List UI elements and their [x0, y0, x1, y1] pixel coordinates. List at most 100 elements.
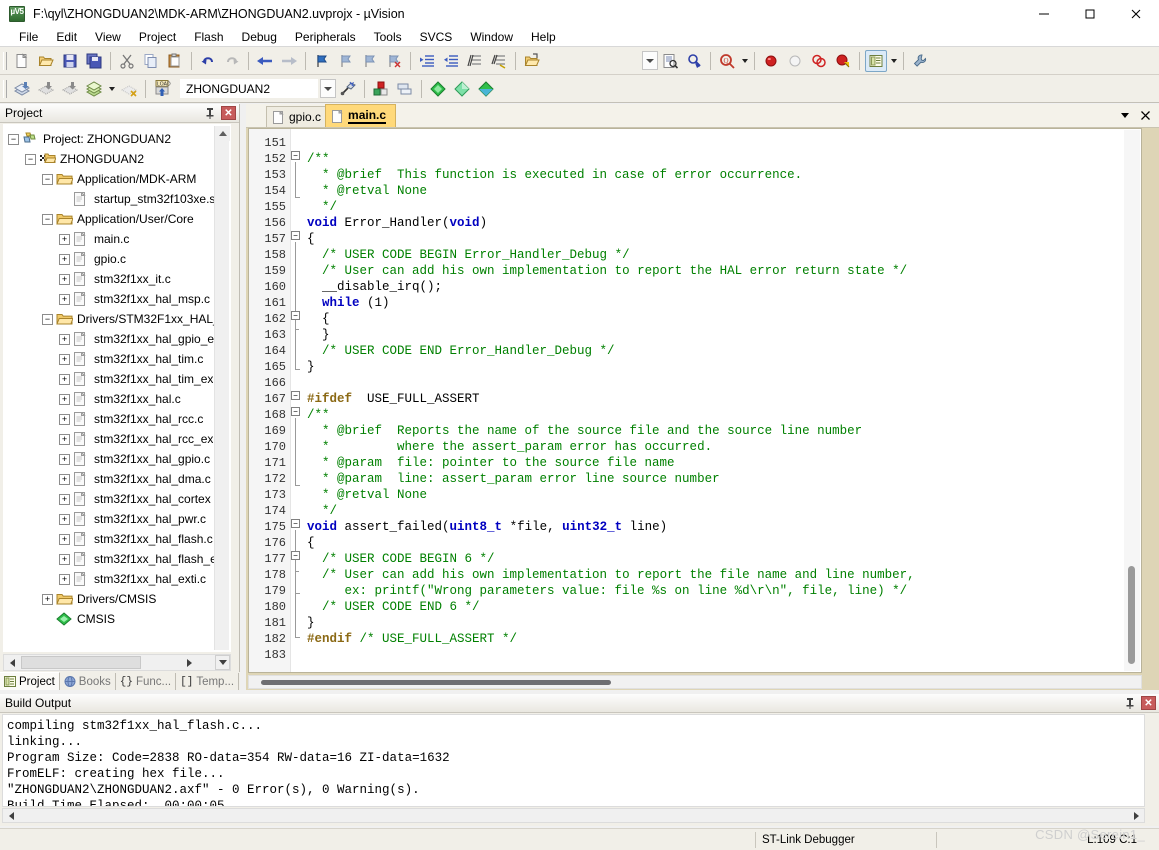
fold-toggle-167[interactable]: −	[291, 391, 300, 400]
tree-item[interactable]: CMSIS	[4, 609, 230, 629]
code-line[interactable]: * @param file: pointer to the source fil…	[307, 455, 1141, 471]
toolbar-grip[interactable]	[3, 51, 7, 70]
project-tree-scrollbar[interactable]	[214, 126, 230, 650]
code-line[interactable]: /* USER CODE BEGIN 6 */	[307, 551, 1141, 567]
expand-toggle-icon[interactable]: +	[59, 333, 70, 345]
code-line[interactable]: /* USER CODE END Error_Handler_Debug */	[307, 343, 1141, 359]
run-time-environment-icon[interactable]	[451, 78, 473, 100]
copy-icon[interactable]	[140, 50, 162, 72]
hscroll-thumb[interactable]	[21, 656, 141, 669]
scroll-right-icon[interactable]	[1128, 808, 1144, 823]
tree-item[interactable]: + stm32f1xx_hal_tim.c	[4, 349, 230, 369]
menu-view[interactable]: View	[86, 29, 130, 45]
expand-toggle-icon[interactable]: +	[59, 553, 70, 565]
code-line[interactable]: /* USER CODE END 6 */	[307, 599, 1141, 615]
bookmark-prev-icon[interactable]	[335, 50, 357, 72]
project-window-caret-icon[interactable]	[888, 50, 899, 72]
download-to-flash-icon[interactable]: LOAD	[151, 78, 173, 100]
expand-toggle-icon[interactable]: +	[59, 493, 70, 505]
find-combo-dropdown[interactable]	[642, 51, 658, 70]
tree-item[interactable]: − Application/MDK-ARM	[4, 169, 230, 189]
scroll-right-icon[interactable]	[181, 655, 197, 670]
source-code-text[interactable]: /** * @brief This function is executed i…	[305, 129, 1141, 672]
fold-toggle-168[interactable]: −	[291, 407, 300, 416]
tree-item[interactable]: startup_stm32f103xe.s	[4, 189, 230, 209]
code-line[interactable]: * @retval None	[307, 183, 1141, 199]
code-line[interactable]: void Error_Handler(void)	[307, 215, 1141, 231]
code-line[interactable]: * @brief Reports the name of the source …	[307, 423, 1141, 439]
expand-toggle-icon[interactable]: +	[59, 573, 70, 585]
build-file-icon[interactable]	[11, 78, 33, 100]
batch-build-icon[interactable]	[83, 78, 105, 100]
code-line[interactable]: #endif /* USE_FULL_ASSERT */	[307, 631, 1141, 647]
fold-toggle-157[interactable]: −	[291, 231, 300, 240]
maximize-button[interactable]	[1067, 0, 1113, 28]
expand-toggle-icon[interactable]: +	[42, 593, 53, 605]
close-icon[interactable]: ✕	[1141, 696, 1156, 710]
expand-toggle-icon[interactable]: +	[59, 293, 70, 305]
close-icon[interactable]: ✕	[221, 106, 236, 120]
find-in-files-icon[interactable]	[659, 50, 681, 72]
close-tab-icon[interactable]	[1135, 105, 1155, 125]
close-button[interactable]	[1113, 0, 1159, 28]
pin-icon[interactable]	[202, 105, 218, 121]
tree-item[interactable]: + stm32f1xx_hal_tim_ex	[4, 369, 230, 389]
manage-run-time-icon[interactable]	[394, 78, 416, 100]
menu-window[interactable]: Window	[461, 29, 522, 45]
navigate-back-icon[interactable]	[254, 50, 276, 72]
tree-item[interactable]: − Project: ZHONGDUAN2	[4, 129, 230, 149]
indent-increase-icon[interactable]	[416, 50, 438, 72]
tab-project[interactable]: Project	[0, 672, 60, 690]
expand-toggle-icon[interactable]: +	[59, 453, 70, 465]
code-line[interactable]: void assert_failed(uint8_t *file, uint32…	[307, 519, 1141, 535]
fold-toggle-178[interactable]: −	[291, 551, 300, 560]
collapse-toggle-icon[interactable]: −	[25, 153, 36, 165]
expand-toggle-icon[interactable]: +	[59, 353, 70, 365]
new-file-icon[interactable]	[11, 50, 33, 72]
tree-item[interactable]: + stm32f1xx_it.c	[4, 269, 230, 289]
project-tree[interactable]: − Project: ZHONGDUAN2− ZHONGDUAN2− Applicat…	[3, 124, 231, 652]
batch-build-caret-icon[interactable]	[106, 78, 117, 100]
bookmark-next-icon[interactable]	[359, 50, 381, 72]
configuration-wizard-icon[interactable]	[475, 78, 497, 100]
disable-all-breakpoints-icon[interactable]	[808, 50, 830, 72]
save-icon[interactable]	[59, 50, 81, 72]
code-line[interactable]: }	[307, 359, 1141, 375]
expand-toggle-icon[interactable]: +	[59, 473, 70, 485]
expand-toggle-icon[interactable]: +	[59, 393, 70, 405]
editor-hscroll-thumb[interactable]	[261, 680, 611, 685]
code-line[interactable]: /* User can add his own implementation t…	[307, 263, 1141, 279]
menu-edit[interactable]: Edit	[47, 29, 86, 45]
tree-item[interactable]: + stm32f1xx_hal_pwr.c	[4, 509, 230, 529]
tab-functions[interactable]: {} Func...	[116, 673, 177, 690]
code-line[interactable]: }	[307, 327, 1141, 343]
tree-item[interactable]: + stm32f1xx_hal_rcc_ex	[4, 429, 230, 449]
tree-item[interactable]: + stm32f1xx_hal_exti.c	[4, 569, 230, 589]
collapse-toggle-icon[interactable]: −	[42, 173, 53, 185]
expand-toggle-icon[interactable]: +	[59, 373, 70, 385]
target-selector[interactable]: ZHONGDUAN2	[180, 79, 318, 98]
code-editor[interactable]: 151 152 153 154 155 156 157 158 159 160 161 162 163 1…	[248, 128, 1142, 673]
collapse-toggle-icon[interactable]: −	[42, 213, 53, 225]
code-line[interactable]: * @brief This function is executed in ca…	[307, 167, 1141, 183]
tree-item[interactable]: + stm32f1xx_hal_msp.c	[4, 289, 230, 309]
code-line[interactable]: */	[307, 199, 1141, 215]
code-line[interactable]: */	[307, 503, 1141, 519]
menu-help[interactable]: Help	[522, 29, 565, 45]
target-selector-dropdown-icon[interactable]	[320, 79, 336, 98]
project-tree-hscrollbar[interactable]	[3, 654, 231, 671]
tree-item[interactable]: + stm32f1xx_hal_flash_e	[4, 549, 230, 569]
tree-item[interactable]: + stm32f1xx_hal_cortex	[4, 489, 230, 509]
indent-decrease-icon[interactable]	[440, 50, 462, 72]
tree-item[interactable]: − ZHONGDUAN2	[4, 149, 230, 169]
save-all-icon[interactable]	[83, 50, 105, 72]
target-options-icon[interactable]	[337, 78, 359, 100]
code-line[interactable]	[307, 375, 1141, 391]
insert-breakpoint-icon[interactable]	[760, 50, 782, 72]
fold-toggle-152[interactable]: −	[291, 151, 300, 160]
editor-vscroll-thumb[interactable]	[1128, 566, 1135, 664]
code-line[interactable]: /* User can add his own implementation t…	[307, 567, 1141, 583]
code-line[interactable]: while (1)	[307, 295, 1141, 311]
menu-file[interactable]: File	[10, 29, 47, 45]
build-target-icon[interactable]	[35, 78, 57, 100]
